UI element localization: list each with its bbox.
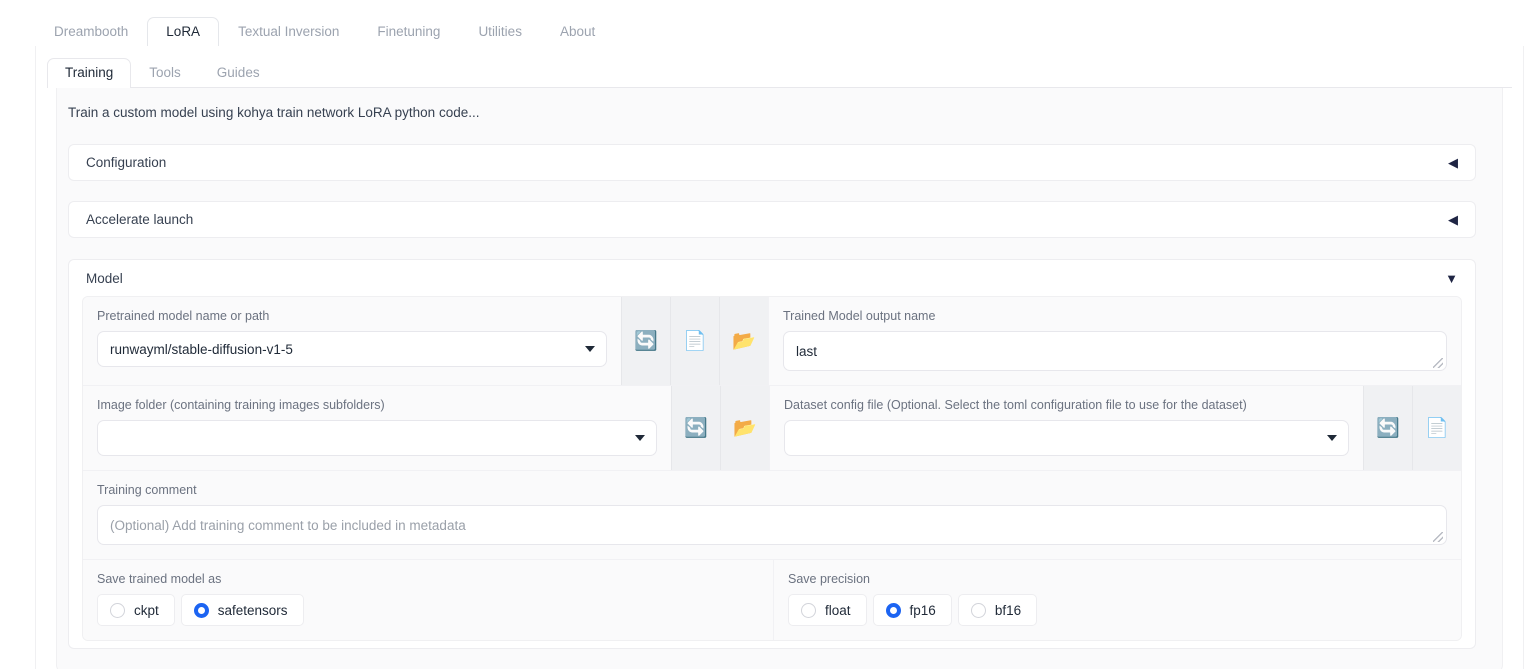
resize-handle-icon[interactable] [1433,358,1443,368]
chevron-down-icon [1327,435,1337,441]
accordion-model-label: Model [86,270,123,286]
radio-safetensors-label: safetensors [217,602,288,618]
save-model-as-radio-group: ckpt safetensors [97,594,759,626]
image-folder-field: Image folder (containing training images… [83,386,671,470]
training-comment-label: Training comment [97,483,197,497]
tab-finetuning[interactable]: Finetuning [358,17,459,48]
folder-open-icon: 📂 [733,417,757,439]
accordion-configuration-label: Configuration [86,155,167,170]
dataset-config-label: Dataset config file (Optional. Select th… [784,398,1247,412]
dataset-config-file-button[interactable]: 📄 [1412,386,1461,470]
tab-training[interactable]: Training [47,57,132,88]
refresh-icon: 🔄 [634,330,658,352]
tab-textual-inversion[interactable]: Textual Inversion [219,17,358,48]
chevron-down-icon [585,346,595,352]
chevron-down-icon [635,435,645,441]
radio-ckpt-label: ckpt [134,602,159,618]
radio-float-label: float [825,602,851,618]
pretrained-model-field: Pretrained model name or path runwayml/s… [83,297,621,385]
dataset-config-dropdown[interactable] [784,420,1349,456]
tab-about[interactable]: About [541,17,614,48]
dataset-config-field: Dataset config file (Optional. Select th… [769,386,1363,470]
pretrained-model-value: runwayml/stable-diffusion-v1-5 [110,341,293,357]
save-model-as-label: Save trained model as [97,572,222,586]
tab-lora[interactable]: LoRA [147,16,220,47]
radio-indicator-icon [970,602,986,618]
output-name-value: last [796,343,818,359]
chevron-left-icon: ◀ [1448,155,1458,170]
tab-tools[interactable]: Tools [131,58,199,89]
refresh-icon: 🔄 [1376,417,1400,439]
image-folder-browse-button[interactable]: 📂 [720,386,769,470]
secondary-tab-bar: Training Tools Guides [47,52,1512,88]
accordion-accelerate-launch-label: Accelerate launch [86,212,194,227]
image-folder-dropdown[interactable] [97,420,657,456]
radio-indicator-icon [801,602,816,618]
radio-indicator-icon [110,602,125,618]
chevron-left-icon: ◀ [1448,212,1458,227]
accordion-model-header[interactable]: Model ▼ [69,260,1475,296]
model-form: Pretrained model name or path runwayml/s… [82,296,1462,641]
training-comment-placeholder: (Optional) Add training comment to be in… [110,517,466,533]
chevron-down-icon: ▼ [1445,270,1458,286]
output-name-field: Trained Model output name last [768,297,1461,385]
pretrained-folder-button[interactable]: 📂 [719,297,768,385]
folder-open-icon: 📂 [732,330,756,352]
save-precision-field: Save precision float fp16 bf16 [773,560,1461,640]
pretrained-model-dropdown[interactable]: runwayml/stable-diffusion-v1-5 [97,331,607,367]
accordion-accelerate-launch[interactable]: Accelerate launch ◀ [68,201,1476,238]
tab-dreambooth[interactable]: Dreambooth [35,17,147,48]
radio-bf16-label: bf16 [994,602,1022,618]
model-row-1: Pretrained model name or path runwayml/s… [83,297,1461,386]
radio-indicator-icon [885,602,901,618]
refresh-icon: 🔄 [684,417,708,439]
radio-indicator-icon [193,602,209,618]
radio-safetensors[interactable]: safetensors [180,594,304,626]
output-name-label: Trained Model output name [783,309,936,323]
document-icon: 📄 [683,330,707,352]
radio-float[interactable]: float [788,594,867,626]
resize-handle-icon[interactable] [1433,532,1443,542]
save-precision-radio-group: float fp16 bf16 [788,594,1447,626]
tab-guides[interactable]: Guides [199,58,278,89]
image-folder-label: Image folder (containing training images… [97,398,385,412]
primary-tab-bar: Dreambooth LoRA Textual Inversion Finetu… [35,12,1524,47]
document-icon: 📄 [1425,417,1449,439]
pretrained-refresh-button[interactable]: 🔄 [621,297,670,385]
radio-ckpt[interactable]: ckpt [97,594,175,626]
radio-fp16-label: fp16 [909,602,936,618]
radio-bf16[interactable]: bf16 [957,594,1038,626]
accordion-model: Model ▼ Pretrained model name or path ru… [68,259,1476,649]
intro-text: Train a custom model using kohya train n… [68,105,480,120]
save-precision-label: Save precision [788,572,870,586]
output-name-input[interactable]: last [783,331,1447,371]
training-comment-input[interactable]: (Optional) Add training comment to be in… [97,505,1447,545]
model-row-4: Save trained model as ckpt safetensors S [83,560,1461,640]
model-row-3: Training comment (Optional) Add training… [83,471,1461,560]
tab-utilities[interactable]: Utilities [459,17,541,48]
accordion-configuration[interactable]: Configuration ◀ [68,144,1476,181]
image-folder-refresh-button[interactable]: 🔄 [671,386,720,470]
pretrained-file-button[interactable]: 📄 [670,297,719,385]
model-row-2: Image folder (containing training images… [83,386,1461,471]
app-root: Dreambooth LoRA Textual Inversion Finetu… [0,0,1539,669]
training-comment-field: Training comment (Optional) Add training… [83,471,1461,559]
radio-fp16[interactable]: fp16 [872,594,952,626]
pretrained-model-label: Pretrained model name or path [97,309,270,323]
save-model-as-field: Save trained model as ckpt safetensors [83,560,773,640]
dataset-config-refresh-button[interactable]: 🔄 [1363,386,1412,470]
